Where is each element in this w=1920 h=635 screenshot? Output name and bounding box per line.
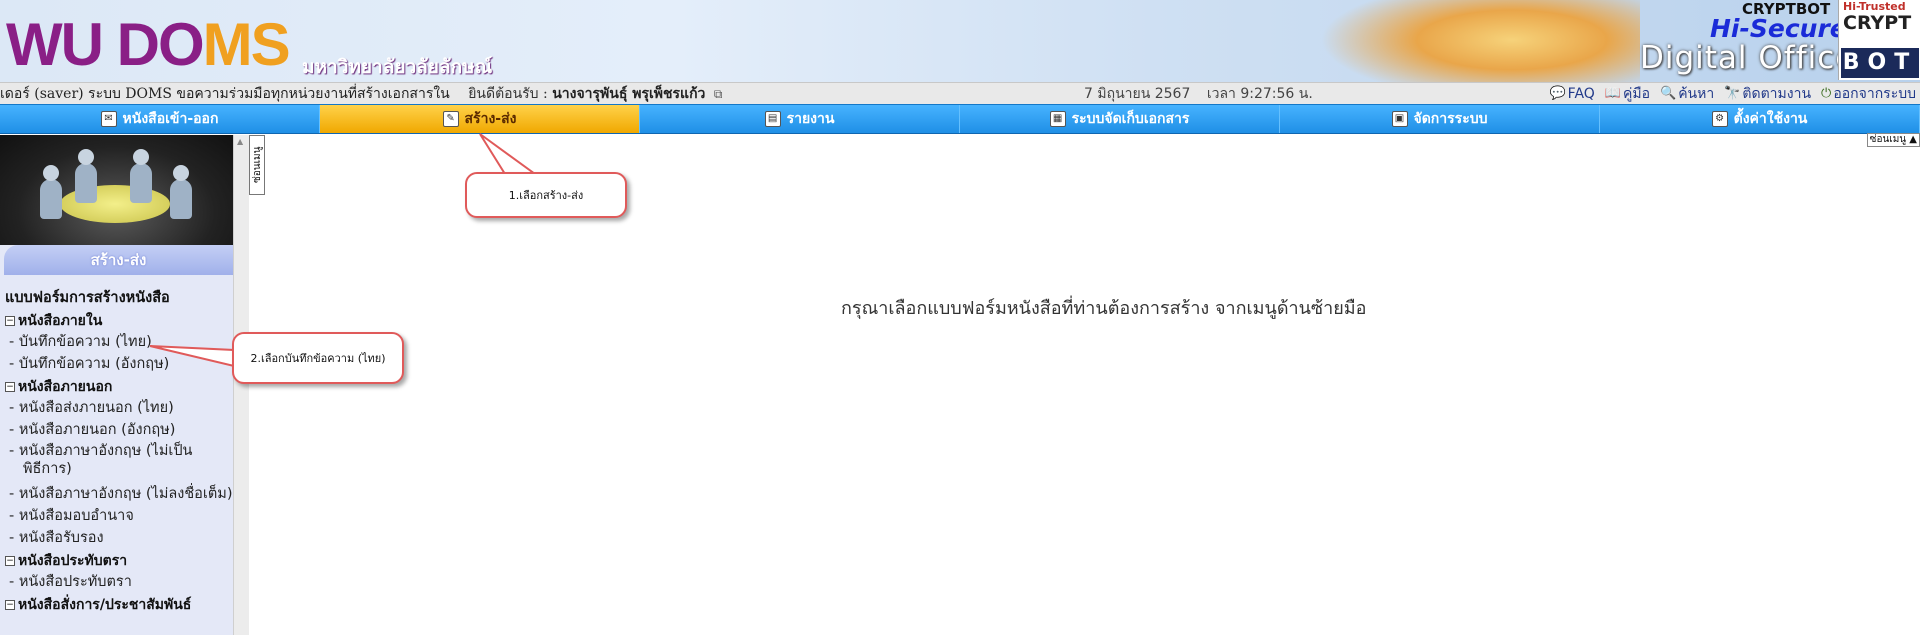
header-banner: WU DOMS มหาวิทยาลัยวลัยลักษณ์ CRYPT BOT H… [0,0,1920,82]
left-sidebar: สร้าง-ส่ง แบบฟอร์มการสร้างหนังสือ − หนังส… [0,135,233,635]
menu-settings-label: ตั้งค่าใช้งาน [1733,111,1808,127]
university-name: มหาวิทยาลัยวลัยลักษณ์ [302,56,493,78]
search-label: ค้นหา [1678,86,1715,102]
sidebar-scrollbar[interactable]: ▲ [233,135,249,635]
track-link[interactable]: 🔭 ติดตามงาน [1724,83,1811,104]
menu-create-label: สร้าง-ส่ง [464,111,517,127]
item-en-nosign[interactable]: - หนังสือภาษาอังกฤษ (ไม่ลงชื่อเต็ม) [5,484,233,506]
search-icon: 🔍 [1660,86,1677,101]
hide-menu-button[interactable]: ซ่อนเมนู ▲ [1866,133,1920,147]
item-en-informal[interactable]: - หนังสือภาษาอังกฤษ (ไม่เป็นพิธีการ) [5,442,215,484]
book-icon: 📖 [1604,86,1621,101]
info-bar: เดอร์ (saver) ระบบ DOMS ขอความร่วมมือทุก… [0,82,1920,104]
item-memo-en[interactable]: - บันทึกข้อความ (อังกฤษ) [5,354,233,376]
cryptbot-logo-name: CRYPT [1843,12,1912,34]
edit-icon: ✎ [442,111,459,127]
welcome-label: ยินดีต้อนรับ : [468,86,548,102]
sidebar-title: แบบฟอร์มการสร้างหนังสือ [5,290,170,306]
collapse-icon: − [5,316,15,326]
settings-icon: ⚙ [1711,111,1728,127]
callout-step-2-text: 2.เลือกบันทึกข้อความ (ไทย) [250,352,386,365]
callout-step-1-text: 1.เลือกสร้าง-ส่ง [508,189,584,202]
meeting-illustration [0,135,233,245]
cryptbot-logo-bot: BOT [1841,48,1919,78]
item-stamp[interactable]: - หนังสือประทับตรา [5,572,233,594]
item-delegate[interactable]: - หนังสือมอบอำนาจ [5,506,233,528]
brand-hi-secure: Hi-Secure [1710,14,1847,43]
mail-icon: ✉ [100,111,117,127]
group-stamp[interactable]: − หนังสือประทับตรา [5,550,233,572]
faq-label: FAQ [1567,86,1595,102]
archive-icon: ▦ [1049,111,1066,127]
group-stamp-label: หนังสือประทับตรา [18,553,128,569]
logout-link[interactable]: ⏻ ออกจากระบบ [1821,83,1916,104]
logo-text: WU DOMS [6,11,291,78]
power-icon: ⏻ [1821,86,1832,101]
menu-admin-label: จัดการระบบ [1413,111,1488,127]
sidebar-menu: แบบฟอร์มการสร้างหนังสือ − หนังสือภายใน - … [0,287,233,616]
system-announcement: เดอร์ (saver) ระบบ DOMS ขอความร่วมมือทุก… [0,83,722,104]
faq-icon: 💬 [1549,86,1566,101]
manual-link[interactable]: 📖 คู่มือ [1605,83,1650,104]
main-menu: ✉ หนังสือเข้า-ออก ✎ สร้าง-ส่ง ▤ รายงาน ▦ ระบ… [0,104,1920,134]
menu-inbox[interactable]: ✉ หนังสือเข้า-ออก [0,105,320,133]
group-order[interactable]: − หนังสือสั่งการ/ประชาสัมพันธ์ [5,594,233,616]
group-external-label: หนังสือภายนอก [18,379,113,395]
logout-label: ออกจากระบบ [1833,86,1916,102]
menu-report[interactable]: ▤ รายงาน [640,105,960,133]
cryptbot-logo: Hi-Trusted CRYPT BOT [1838,0,1920,80]
menu-archive[interactable]: ▦ ระบบจัดเก็บเอกสาร [960,105,1280,133]
menu-inbox-label: หนังสือเข้า-ออก [122,111,219,127]
main-instruction: กรุณาเลือกแบบฟอร์มหนังสือที่ท่านต้องการส… [841,298,1367,319]
computer-icon: ▣ [1391,111,1408,127]
group-internal[interactable]: − หนังสือภายใน [5,310,233,332]
scroll-up-icon[interactable]: ▲ [237,137,243,146]
item-certify[interactable]: - หนังสือรับรอง [5,528,233,550]
collapse-menu-tab[interactable]: ซ่อนเมนู [249,135,265,195]
menu-admin[interactable]: ▣ จัดการระบบ [1280,105,1600,133]
search-link[interactable]: 🔍 ค้นหา [1660,83,1714,104]
callout-1-pointer [479,133,539,175]
banner-decoration [1320,0,1640,82]
announcement-text: เดอร์ (saver) ระบบ DOMS ขอความร่วมมือทุก… [0,86,450,102]
quick-links: 💬 FAQ 📖 คู่มือ 🔍 ค้นหา 🔭 ติดตามงาน ⏻ ออกจากระ… [1549,83,1916,104]
binoculars-icon: 🔭 [1724,86,1741,101]
sidebar-header: สร้าง-ส่ง [4,245,233,275]
callout-step-1: 1.เลือกสร้าง-ส่ง [465,172,627,218]
menu-settings[interactable]: ⚙ ตั้งค่าใช้งาน [1600,105,1920,133]
brand-digital-office: Digital Office [1640,40,1856,76]
collapse-icon: − [5,600,15,610]
callout-step-2: 2.เลือกบันทึกข้อความ (ไทย) [232,332,404,384]
group-order-label: หนังสือสั่งการ/ประชาสัมพันธ์ [18,597,192,613]
menu-archive-label: ระบบจัดเก็บเอกสาร [1071,111,1190,127]
datetime: 7 มิถุนายน 2567 เวลา 9:27:56 น. [1084,83,1313,104]
app-logo: WU DOMS [6,11,291,78]
current-date: 7 มิถุนายน 2567 [1084,86,1191,102]
collapse-icon: − [5,382,15,392]
item-memo-th[interactable]: - บันทึกข้อความ (ไทย) [5,332,233,354]
faq-link[interactable]: 💬 FAQ [1549,83,1594,104]
current-time: เวลา 9:27:56 น. [1206,86,1313,102]
group-external[interactable]: − หนังสือภายนอก [5,376,233,398]
group-internal-label: หนังสือภายใน [18,313,103,329]
menu-report-label: รายงาน [786,111,835,127]
item-ext-en[interactable]: - หนังสือภายนอก (อังกฤษ) [5,420,233,442]
report-icon: ▤ [764,111,781,127]
external-link-icon[interactable]: ⧉ [714,87,723,101]
menu-create[interactable]: ✎ สร้าง-ส่ง [320,105,640,133]
collapse-icon: − [5,556,15,566]
manual-label: คู่มือ [1622,86,1650,102]
item-ext-th[interactable]: - หนังสือส่งภายนอก (ไทย) [5,398,233,420]
user-name: นางจารุพันธุ์ พรุเพ็ชรแก้ว [552,86,706,102]
track-label: ติดตามงาน [1742,86,1812,102]
